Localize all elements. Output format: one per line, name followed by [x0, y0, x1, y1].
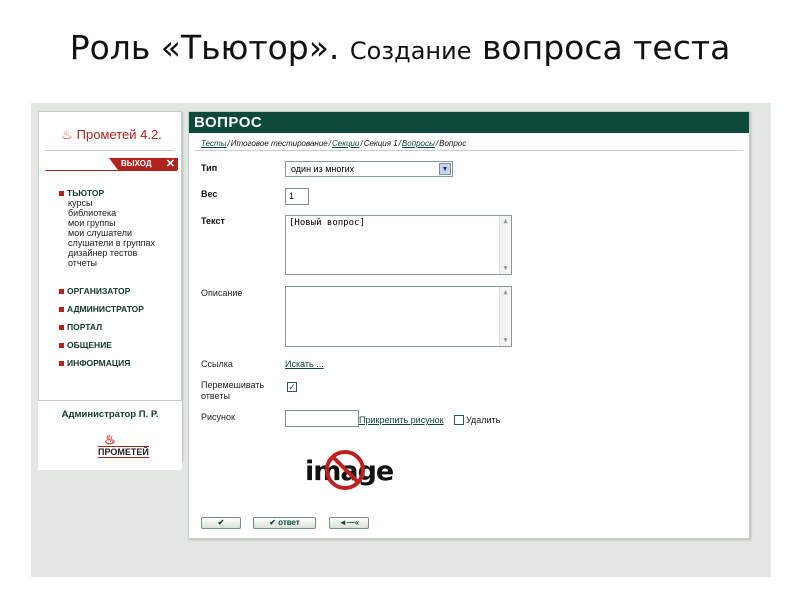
- scrollbar[interactable]: ▲ ▼: [499, 216, 511, 274]
- breadcrumb-questions[interactable]: Вопросы: [402, 139, 435, 148]
- chevron-down-icon[interactable]: ▼: [439, 163, 451, 175]
- exit-label: ВЫХОД: [121, 159, 152, 168]
- type-select[interactable]: один из многих ▼: [285, 161, 453, 177]
- scroll-up-icon[interactable]: ▲: [500, 216, 511, 227]
- sidebar-section-information[interactable]: ИНФОРМАЦИЯ: [59, 358, 155, 368]
- slide-title: Роль «Тьютор». Создание вопроса теста: [0, 28, 800, 67]
- slide-title-end: вопроса теста: [471, 28, 731, 67]
- bullet-icon: [59, 289, 64, 295]
- save-button[interactable]: ✔: [201, 517, 241, 529]
- close-icon: ✕: [165, 158, 175, 170]
- flame-icon: ♨: [104, 432, 116, 447]
- checkmark-icon: ✔: [269, 518, 276, 527]
- sidebar-menu: ТЬЮТОР курсы библиотека мои группы мои с…: [59, 188, 155, 376]
- bullet-icon: [59, 343, 64, 349]
- back-button[interactable]: ◄—«: [329, 517, 369, 529]
- bullet-icon: [59, 191, 64, 197]
- footer-logo: ♨ ПРОМЕТЕЙ: [86, 432, 149, 458]
- sidebar-item-my-students[interactable]: мои слушатели: [59, 228, 155, 238]
- sidebar-item-test-designer[interactable]: дизайнер тестов: [59, 248, 155, 258]
- image-file-input[interactable]: [285, 410, 359, 427]
- slide-title-main: Роль «Тьютор».: [69, 28, 350, 67]
- sidebar: ♨ Прометей 4.2. ВЫХОД ✕ ТЬЮТОР курсы библ…: [38, 111, 182, 470]
- exit-divider: [45, 170, 177, 171]
- no-image-icon: image: [301, 450, 397, 500]
- back-arrow-icon: ◄—«: [338, 518, 360, 527]
- sidebar-section-portal[interactable]: ПОРТАЛ: [59, 322, 155, 332]
- sidebar-item-courses[interactable]: курсы: [59, 198, 155, 208]
- breadcrumb-sections[interactable]: Секции: [332, 139, 359, 148]
- scrollbar[interactable]: ▲ ▼: [499, 287, 511, 346]
- weight-label: Вес: [201, 189, 218, 199]
- sidebar-item-students-in-groups[interactable]: слушатели в группах: [59, 238, 155, 248]
- scroll-down-icon[interactable]: ▼: [500, 263, 511, 274]
- user-name: Администратор П. Р.: [61, 409, 159, 420]
- type-label: Тип: [201, 163, 218, 173]
- sidebar-footer: Администратор П. Р. ♨ ПРОМЕТЕЙ: [38, 400, 182, 470]
- breadcrumb-tests[interactable]: Тесты: [201, 139, 227, 148]
- scroll-up-icon[interactable]: ▲: [500, 287, 511, 298]
- bullet-icon: [59, 307, 64, 313]
- description-label: Описание: [201, 288, 243, 298]
- sidebar-item-reports[interactable]: отчеты: [59, 258, 155, 268]
- question-text-area[interactable]: [Новый вопрос] ▲ ▼: [285, 215, 512, 275]
- breadcrumb-question: Вопрос: [439, 139, 467, 148]
- sidebar-section-tutor[interactable]: ТЬЮТОР: [59, 188, 155, 198]
- sidebar-section-administrator[interactable]: АДМИНИСТРАТОР: [59, 304, 155, 314]
- question-text-value: [Новый вопрос]: [289, 218, 365, 228]
- link-label: Ссылка: [201, 359, 233, 369]
- answer-button[interactable]: ✔ ответ: [253, 517, 316, 529]
- answer-button-label: ответ: [278, 518, 300, 527]
- bullet-icon: [59, 361, 64, 367]
- image-label: Рисунок: [201, 412, 235, 422]
- scroll-down-icon[interactable]: ▼: [500, 335, 511, 346]
- delete-image-label: Удалить: [466, 415, 501, 425]
- sidebar-section-communication[interactable]: ОБЩЕНИЕ: [59, 340, 155, 350]
- shuffle-label: Перемешивать ответы: [201, 380, 265, 401]
- checkmark-icon: ✔: [217, 518, 225, 527]
- description-text-area[interactable]: ▲ ▼: [285, 286, 512, 347]
- app-logo[interactable]: ♨ Прометей 4.2.: [61, 127, 162, 143]
- bullet-icon: [59, 325, 64, 331]
- sidebar-item-my-groups[interactable]: мои группы: [59, 218, 155, 228]
- shuffle-checkbox[interactable]: ✓: [287, 382, 297, 392]
- footer-logo-text: ПРОМЕТЕЙ: [98, 446, 149, 458]
- logo-divider: [45, 150, 175, 151]
- sidebar-section-organizer[interactable]: ОРГАНИЗАТОР: [59, 286, 155, 296]
- slide-title-mid: Создание: [349, 37, 472, 65]
- weight-input[interactable]: 1: [285, 188, 309, 205]
- sidebar-item-library[interactable]: библиотека: [59, 208, 155, 218]
- search-link[interactable]: Искать ...: [285, 359, 324, 369]
- breadcrumb-section-1: Секция 1: [363, 139, 398, 148]
- type-select-value: один из многих: [291, 164, 355, 174]
- breadcrumb-final-test: Итоговое тестирование: [230, 139, 328, 148]
- text-label: Текст: [201, 216, 225, 226]
- app-logo-text: Прометей 4.2.: [76, 127, 162, 142]
- breadcrumb-divider: [195, 150, 743, 151]
- exit-button[interactable]: ВЫХОД ✕: [109, 158, 178, 170]
- question-panel: ВОПРОС Тесты/Итоговое тестирование/Секци…: [188, 111, 750, 539]
- delete-image-checkbox[interactable]: [454, 415, 464, 425]
- attach-image-link[interactable]: Прикрепить рисунок: [359, 415, 444, 425]
- breadcrumb: Тесты/Итоговое тестирование/Секции/Секци…: [201, 139, 467, 148]
- panel-title: ВОПРОС: [189, 112, 749, 133]
- flame-icon: ♨: [61, 127, 73, 142]
- app-window: ♨ Прометей 4.2. ВЫХОД ✕ ТЬЮТОР курсы библ…: [31, 103, 771, 577]
